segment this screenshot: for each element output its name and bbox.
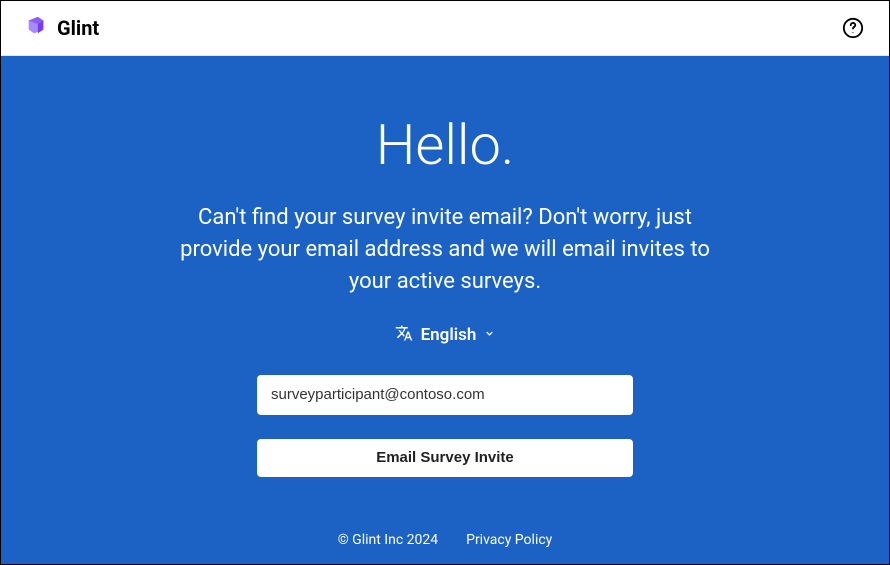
- brand-name: Glint: [57, 16, 99, 40]
- language-selector[interactable]: English: [395, 324, 496, 347]
- translate-icon: [395, 324, 413, 347]
- footer: © Glint Inc 2024 Privacy Policy: [1, 532, 889, 548]
- page-title: Hello.: [376, 112, 515, 178]
- chevron-down-icon: [484, 328, 495, 342]
- language-label: English: [421, 325, 477, 345]
- copyright-text: © Glint Inc 2024: [338, 532, 438, 548]
- glint-logo-icon: [25, 15, 47, 41]
- privacy-policy-link[interactable]: Privacy Policy: [466, 532, 552, 548]
- brand: Glint: [25, 15, 99, 41]
- email-field[interactable]: [257, 375, 633, 415]
- page-subtitle: Can't find your survey invite email? Don…: [180, 202, 710, 298]
- email-survey-invite-button[interactable]: Email Survey Invite: [257, 439, 633, 477]
- help-button[interactable]: [841, 16, 865, 40]
- header: Glint: [1, 1, 889, 56]
- main-content: Hello. Can't find your survey invite ema…: [1, 56, 889, 564]
- form: Email Survey Invite: [257, 375, 633, 477]
